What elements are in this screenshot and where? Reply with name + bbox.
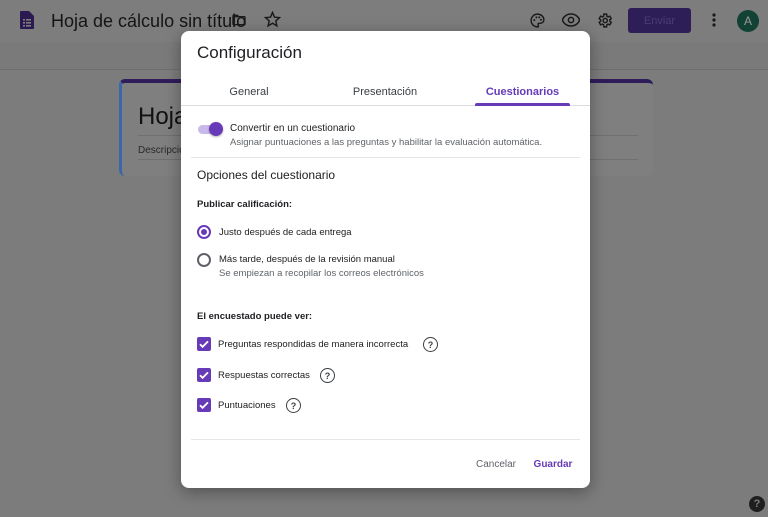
radio-later-description: Se empiezan a recopilar los correos elec… <box>219 268 424 279</box>
tab-presentation[interactable]: Presentación <box>329 77 441 106</box>
form-description[interactable]: Descripció <box>138 145 185 156</box>
checkbox-point-values-label[interactable]: Puntuaciones <box>218 400 276 411</box>
section-title: Opciones del cuestionario <box>197 168 336 182</box>
checkbox-point-values[interactable] <box>197 398 211 412</box>
form-title[interactable]: Hoja <box>138 103 187 131</box>
quiz-toggle[interactable] <box>198 122 223 136</box>
help-circle-icon[interactable]: ? <box>423 337 438 352</box>
radio-later[interactable] <box>197 253 211 267</box>
divider <box>191 439 580 440</box>
checkbox-missed-questions-label[interactable]: Preguntas respondidas de manera incorrec… <box>218 339 408 350</box>
check-icon <box>199 340 209 349</box>
help-circle-icon[interactable]: ? <box>320 368 335 383</box>
radio-immediately[interactable] <box>197 225 211 239</box>
folder-icon[interactable] <box>231 12 247 28</box>
more-vert-icon[interactable] <box>708 12 720 28</box>
eye-icon[interactable] <box>562 13 580 27</box>
help-icon[interactable]: ? <box>749 496 765 512</box>
save-button[interactable]: Guardar <box>529 455 577 473</box>
quiz-toggle-description: Asignar puntuaciones a las preguntas y h… <box>230 137 543 148</box>
respondent-can-see-label: El encuestado puede ver: <box>197 311 313 322</box>
radio-later-label[interactable]: Más tarde, después de la revisión manual <box>219 254 395 265</box>
publish-grade-label: Publicar calificación: <box>197 199 293 210</box>
toggle-thumb <box>209 122 223 136</box>
settings-dialog: Configuración General Presentación Cuest… <box>181 31 590 488</box>
settings-tabs: General Presentación Cuestionarios <box>181 77 590 106</box>
check-icon <box>199 371 209 380</box>
checkbox-correct-answers[interactable] <box>197 368 211 382</box>
tab-general[interactable]: General <box>193 77 305 106</box>
doc-icon[interactable] <box>20 11 34 29</box>
checkbox-missed-questions[interactable] <box>197 337 211 351</box>
checkbox-correct-answers-label[interactable]: Respuestas correctas <box>218 370 310 381</box>
tab-quizzes[interactable]: Cuestionarios <box>475 77 570 106</box>
cancel-button[interactable]: Cancelar <box>471 455 521 473</box>
dialog-title: Configuración <box>197 43 302 62</box>
star-icon[interactable] <box>264 11 281 28</box>
palette-icon[interactable] <box>529 12 546 29</box>
send-button[interactable]: Enviar <box>628 8 691 33</box>
active-tab-indicator <box>475 103 570 106</box>
radio-immediately-label[interactable]: Justo después de cada entrega <box>219 227 352 238</box>
divider <box>191 157 580 158</box>
avatar[interactable]: A <box>737 10 759 32</box>
help-circle-icon[interactable]: ? <box>286 398 301 413</box>
check-icon <box>199 401 209 410</box>
document-title[interactable]: Hoja de cálculo sin título <box>51 11 246 32</box>
gear-icon[interactable] <box>596 12 613 29</box>
quiz-toggle-label: Convertir en un cuestionario <box>230 123 356 134</box>
